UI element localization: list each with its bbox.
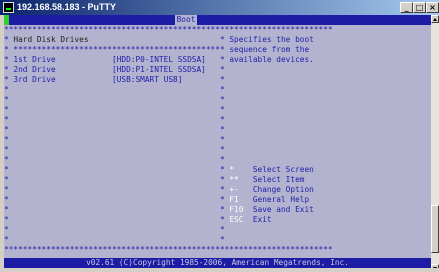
bios-row: * 1st Drive [HDD:P0-INTEL SSDSA] * avail… — [4, 55, 431, 65]
help-text: Specifies the boot — [224, 35, 314, 44]
bios-row: * * — [4, 85, 431, 95]
border-star: * — [219, 235, 225, 244]
border-star: * — [219, 225, 225, 234]
key-action: Save and Exit — [252, 205, 314, 214]
border-star: * — [219, 75, 225, 84]
bios-row: * * — [4, 95, 431, 105]
border-stars: ****************************************… — [4, 25, 333, 34]
bios-row: * * — [4, 235, 431, 245]
bios-row: ****************************************… — [4, 25, 431, 35]
bios-row: * * — [4, 155, 431, 165]
putty-icon[interactable] — [3, 2, 14, 13]
terminal-cursor — [4, 15, 9, 25]
key-name: F10 — [224, 205, 253, 214]
terminal-screen[interactable]: Boot ***********************************… — [4, 15, 431, 268]
border-star: * — [219, 135, 225, 144]
key-action: General Help — [252, 195, 310, 204]
title-bar: 192.168.58.183 - PuTTY _ □ × — [0, 0, 439, 15]
bios-footer: v02.61 (C)Copyright 1985-2006, American … — [4, 258, 431, 268]
minimize-button[interactable]: _ — [400, 2, 413, 13]
bios-row: * * — [4, 115, 431, 125]
scrollbar-thumb[interactable] — [431, 205, 439, 253]
maximize-button[interactable]: □ — [413, 2, 426, 13]
window-title: 192.168.58.183 - PuTTY — [17, 2, 117, 12]
bios-row: * * — [4, 145, 431, 155]
section-title: Hard Disk Drives — [13, 35, 220, 44]
scroll-up-arrow-icon[interactable] — [431, 15, 439, 23]
border-star: * — [219, 125, 225, 134]
vertical-scrollbar[interactable] — [431, 15, 439, 272]
border-star: * — [219, 145, 225, 154]
key-name: ** — [224, 175, 253, 184]
bios-row: * **************************************… — [4, 45, 431, 55]
boot-drive-label: 2nd Drive — [13, 65, 112, 74]
bios-row: * 2nd Drive [HDD:P1-INTEL SSDSA] * — [4, 65, 431, 75]
key-action: Change Option — [252, 185, 314, 194]
close-button[interactable]: × — [426, 2, 439, 13]
tab-boot[interactable]: Boot — [175, 15, 197, 25]
bios-row: * * ** Select Item — [4, 175, 431, 185]
boot-drive-value[interactable]: [HDD:P1-INTEL SSDSA] — [112, 65, 220, 74]
bios-header-bar: Boot — [4, 15, 431, 25]
key-name: * — [224, 165, 253, 174]
boot-drive-value[interactable]: [HDD:P0-INTEL SSDSA] — [112, 55, 220, 64]
border-star: * — [219, 65, 225, 74]
copyright-text: v02.61 (C)Copyright 1985-2006, American … — [86, 258, 349, 267]
bios-row: * * +- Change Option — [4, 185, 431, 195]
help-text: available devices. — [224, 55, 314, 64]
boot-drive-label: 1st Drive — [13, 55, 112, 64]
bios-row: * Hard Disk Drives * Specifies the boot — [4, 35, 431, 45]
bios-row: * * — [4, 105, 431, 115]
bios-row: * * F10 Save and Exit — [4, 205, 431, 215]
border-star: * — [219, 95, 225, 104]
bios-row: * * — [4, 125, 431, 135]
boot-drive-value[interactable]: [USB:SMART USB] — [112, 75, 220, 84]
section-underline: ****************************************… — [8, 45, 220, 54]
key-action: Exit — [252, 215, 272, 224]
border-stars: ****************************************… — [4, 245, 333, 254]
bios-row: * * ESC Exit — [4, 215, 431, 225]
bios-row: ****************************************… — [4, 245, 431, 255]
help-text: sequence from the — [224, 45, 310, 54]
key-name: F1 — [224, 195, 253, 204]
border-star: * — [219, 85, 225, 94]
key-name: +- — [224, 185, 253, 194]
border-star: * — [219, 105, 225, 114]
bios-row: * * — [4, 225, 431, 235]
bios-row: * 3rd Drive [USB:SMART USB] * — [4, 75, 431, 85]
key-name: ESC — [224, 215, 253, 224]
key-action: Select Item — [252, 175, 305, 184]
border-star: * — [219, 155, 225, 164]
border-star: * — [219, 115, 225, 124]
key-action: Select Screen — [252, 165, 314, 174]
bios-row: * * * Select Screen — [4, 165, 431, 175]
window-frame-bottom — [0, 268, 439, 272]
bios-row: * * — [4, 135, 431, 145]
boot-drive-label: 3rd Drive — [13, 75, 112, 84]
bios-row: * * F1 General Help — [4, 195, 431, 205]
